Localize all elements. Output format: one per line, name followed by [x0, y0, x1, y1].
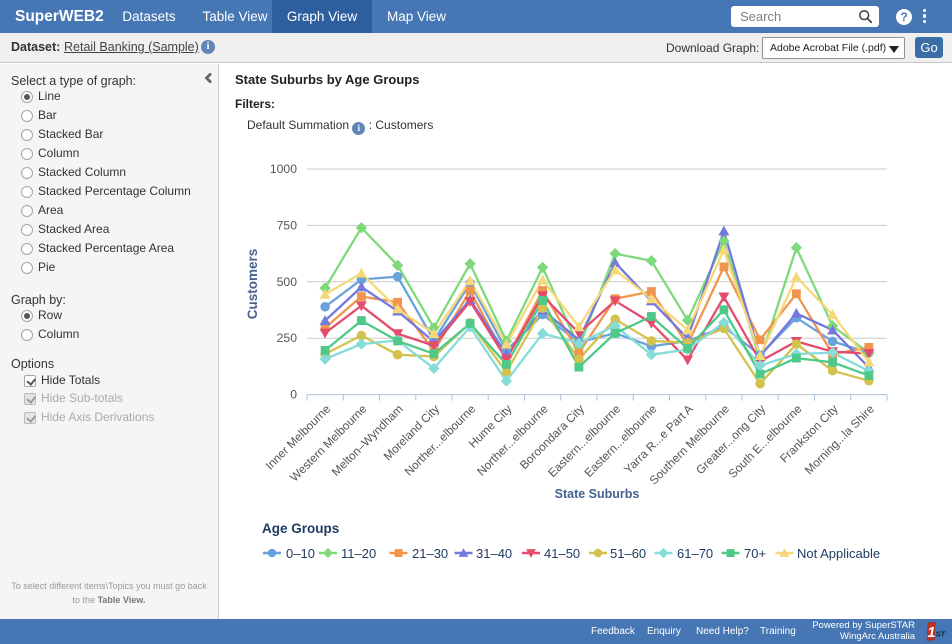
svg-text:21–30: 21–30 [412, 546, 448, 561]
svg-text:Not Applicable: Not Applicable [797, 546, 880, 561]
svg-text:11–20: 11–20 [341, 546, 376, 561]
svg-text:41–50: 41–50 [544, 546, 580, 561]
svg-text:750: 750 [277, 218, 298, 232]
svg-text:State Suburbs: State Suburbs [555, 487, 640, 501]
svg-text:70+: 70+ [744, 546, 766, 561]
svg-text:Age Groups: Age Groups [262, 521, 339, 536]
svg-text:61–70: 61–70 [677, 546, 713, 561]
svg-text:31–40: 31–40 [476, 546, 512, 561]
svg-text:Inner Melbourne: Inner Melbourne [263, 402, 334, 473]
svg-text:0: 0 [290, 388, 297, 402]
svg-text:ST: ST [936, 630, 946, 639]
svg-text:1000: 1000 [270, 162, 297, 176]
svg-text:Customers: Customers [245, 249, 260, 320]
svg-text:51–60: 51–60 [610, 546, 646, 561]
svg-text:500: 500 [277, 275, 298, 289]
svg-text:Boroondara City: Boroondara City [517, 402, 587, 472]
svg-text:250: 250 [277, 331, 298, 345]
svg-text:0–10: 0–10 [286, 546, 315, 561]
svg-text:1: 1 [927, 625, 935, 641]
